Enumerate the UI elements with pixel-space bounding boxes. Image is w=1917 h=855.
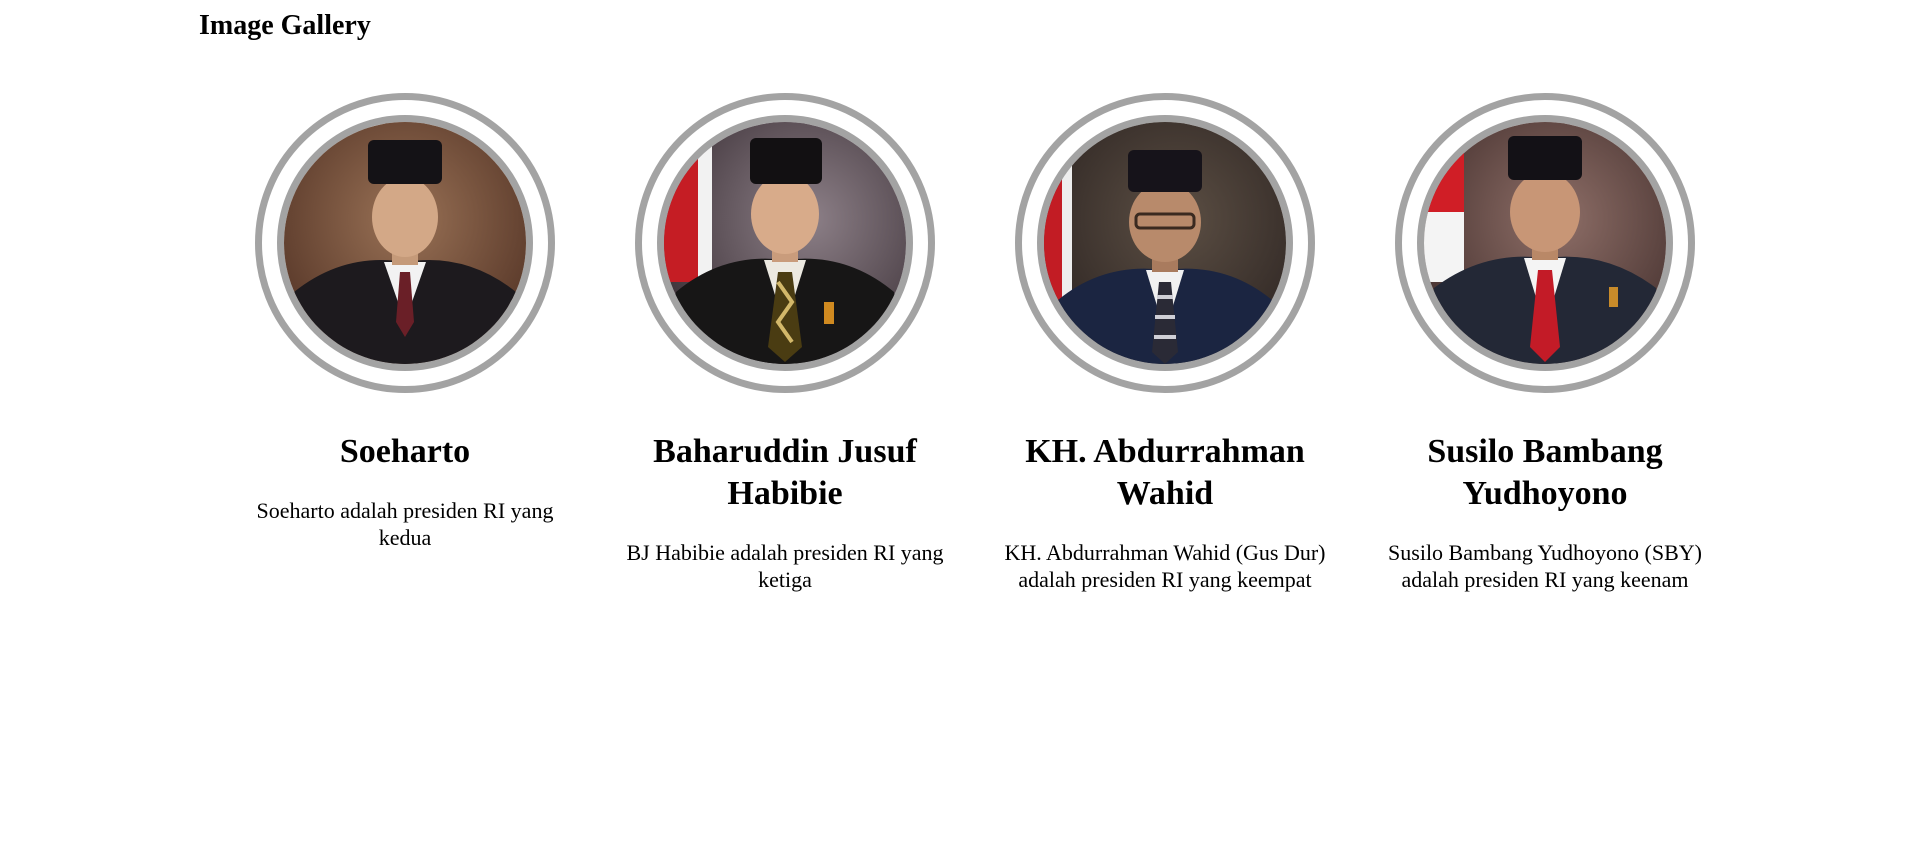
page-title: Image Gallery: [199, 10, 371, 41]
person-description: Susilo Bambang Yudhoyono (SBY) adalah pr…: [1388, 540, 1702, 592]
person-name: Baharuddin Jusuf Habibie: [653, 433, 917, 512]
person-name: KH. Abdurrahman Wahid: [1025, 433, 1305, 512]
person-description: Soeharto adalah presiden RI yang kedua: [256, 498, 554, 550]
person-description: KH. Abdurrahman Wahid (Gus Dur) adalah p…: [1004, 540, 1326, 592]
gallery-card: Soeharto Soeharto adalah presiden RI yan…: [215, 93, 595, 593]
person-name: Soeharto: [339, 433, 471, 470]
gallery-card: KH. Abdurrahman Wahid KH. Abdurrahman Wa…: [975, 93, 1355, 593]
person-name: Susilo Bambang Yudhoyono: [1427, 433, 1663, 512]
portrait-photo-icon: [277, 115, 533, 371]
page: Image Gallery Soeharto Soeharto adalah p…: [0, 0, 1917, 855]
portrait-frame[interactable]: [255, 93, 555, 393]
portrait-photo-icon: [657, 115, 913, 371]
portrait-photo-icon: [1037, 115, 1293, 371]
portrait-frame[interactable]: [1015, 93, 1315, 393]
gallery-card: Baharuddin Jusuf Habibie BJ Habibie adal…: [595, 93, 975, 593]
gallery-card: Susilo Bambang Yudhoyono Susilo Bambang …: [1355, 93, 1735, 593]
person-description: BJ Habibie adalah presiden RI yang ketig…: [626, 540, 944, 592]
portrait-frame[interactable]: [635, 93, 935, 393]
portrait-frame[interactable]: [1395, 93, 1695, 393]
portrait-photo-icon: [1417, 115, 1673, 371]
image-gallery: Soeharto Soeharto adalah presiden RI yan…: [215, 93, 1735, 593]
